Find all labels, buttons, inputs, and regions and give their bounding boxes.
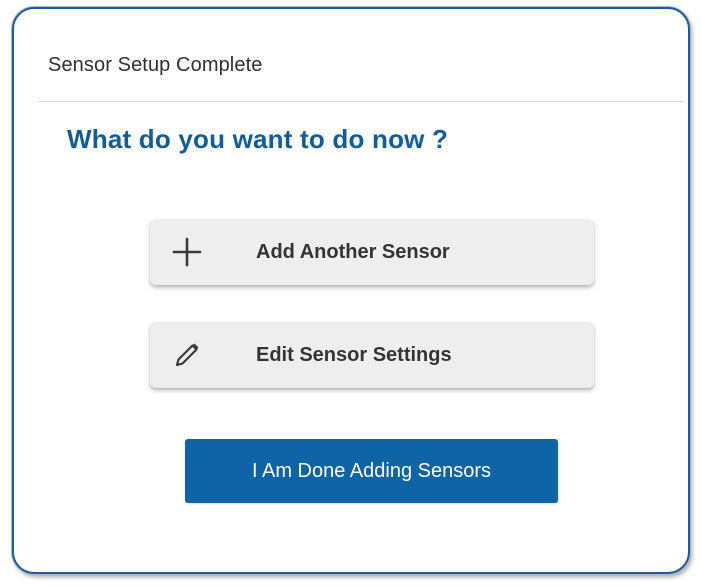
- edit-sensor-settings-label: Edit Sensor Settings: [256, 344, 452, 366]
- edit-sensor-settings-button[interactable]: Edit Sensor Settings: [150, 322, 594, 388]
- sensor-setup-dialog: Sensor Setup Complete What do you want t…: [12, 7, 690, 574]
- page: Sensor Setup Complete What do you want t…: [0, 0, 701, 586]
- plus-icon: [172, 237, 202, 267]
- add-another-sensor-button[interactable]: Add Another Sensor: [150, 219, 594, 285]
- pencil-icon: [175, 343, 199, 367]
- dialog-header: Sensor Setup Complete: [38, 47, 684, 102]
- dialog-title: Sensor Setup Complete: [48, 54, 263, 76]
- add-another-sensor-label: Add Another Sensor: [256, 241, 450, 263]
- next-step-question: What do you want to do now ?: [67, 124, 449, 154]
- done-adding-sensors-button[interactable]: I Am Done Adding Sensors: [185, 439, 558, 503]
